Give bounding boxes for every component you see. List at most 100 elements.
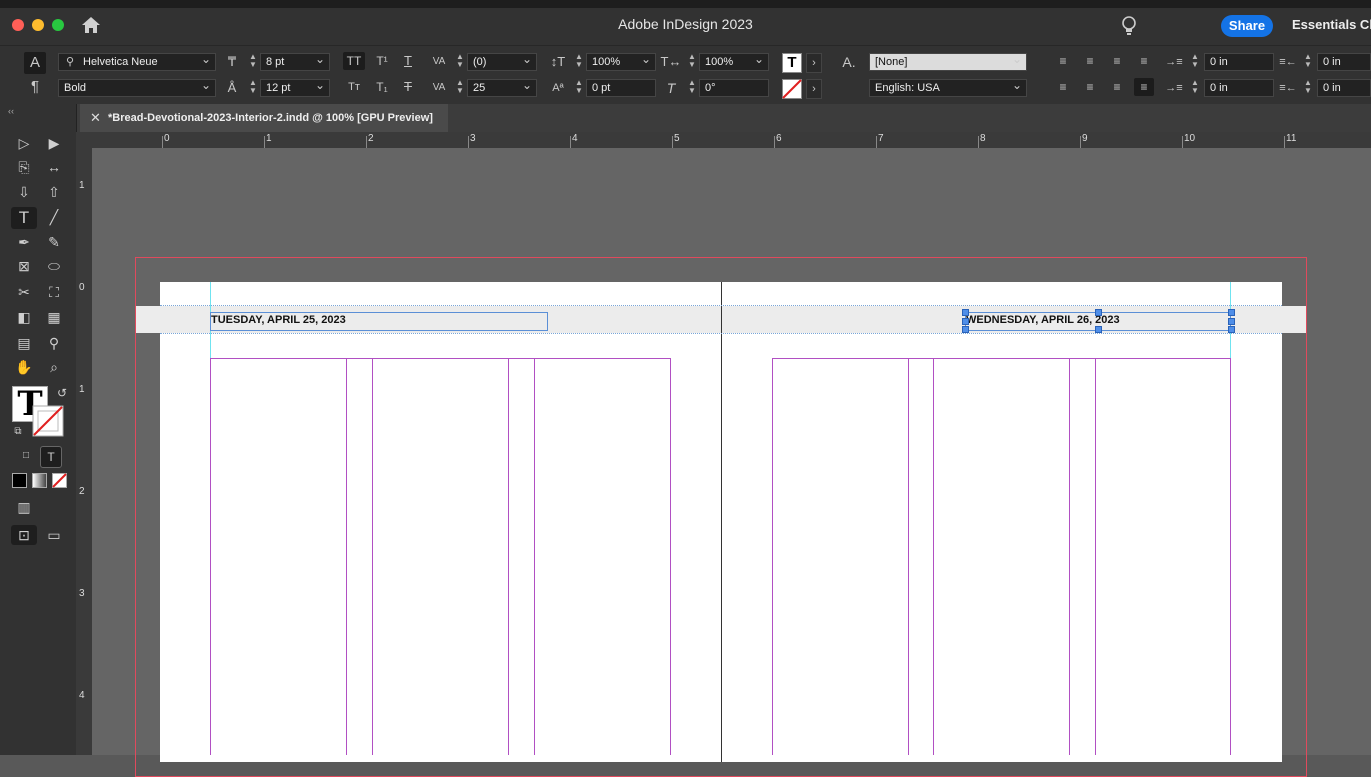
apply-color-icon[interactable] (12, 473, 27, 488)
horizontal-scale-stepper[interactable]: ▲ ▼ (687, 53, 697, 71)
frame-handle[interactable] (1095, 326, 1102, 333)
frame-handle[interactable] (962, 309, 969, 316)
horizontal-ruler[interactable]: 0 1 2 3 4 5 6 7 8 9 10 11 (92, 132, 1371, 149)
ruler-origin[interactable] (76, 132, 93, 149)
text-stroke-swatch[interactable] (782, 79, 802, 99)
gradient-feather-tool-icon[interactable]: ▦ (43, 307, 65, 327)
stroke-swatch-icon[interactable] (32, 405, 64, 437)
character-style-select[interactable]: [None] (869, 53, 1027, 71)
skew-field[interactable]: 0° (699, 79, 769, 97)
last-line-indent-stepper[interactable]: ▲ ▼ (1303, 79, 1313, 97)
strikethrough-button[interactable]: T (397, 78, 419, 96)
paragraph-formatting-mode-button[interactable]: ¶ (24, 78, 46, 96)
normal-view-icon[interactable]: ⊡ (11, 525, 37, 545)
first-line-indent-field[interactable]: 0 in (1204, 79, 1274, 97)
baseline-shift-stepper[interactable]: ▲ ▼ (574, 79, 584, 97)
right-indent-value: 0 in (1323, 56, 1341, 68)
share-button[interactable]: Share (1221, 15, 1273, 37)
justify-center-icon[interactable]: ≡ (1080, 78, 1100, 96)
frame-handle[interactable] (1228, 309, 1235, 316)
fill-more-button[interactable]: › (806, 53, 822, 73)
justify-left-icon[interactable]: ≡ (1053, 78, 1073, 96)
content-placer-tool-icon[interactable]: ⇧ (43, 182, 65, 202)
right-indent-stepper[interactable]: ▲ ▼ (1303, 53, 1313, 71)
close-tab-icon[interactable]: ✕ (90, 110, 101, 126)
frame-handle[interactable] (1095, 309, 1102, 316)
character-formatting-mode-button[interactable]: A (24, 52, 46, 74)
vertical-scale-stepper[interactable]: ▲ ▼ (574, 53, 584, 71)
small-caps-button[interactable]: Tт (343, 78, 365, 96)
align-towards-spine-icon[interactable]: ≡ (1134, 52, 1154, 70)
collapse-panel-icon[interactable]: ‹‹ (8, 106, 14, 116)
left-indent-stepper[interactable]: ▲ ▼ (1190, 53, 1200, 71)
subscript-button[interactable]: T₁ (371, 78, 393, 96)
frame-handle[interactable] (1228, 318, 1235, 325)
frame-handle[interactable] (1228, 326, 1235, 333)
tracking-stepper[interactable]: ▲ ▼ (455, 79, 465, 97)
all-caps-button[interactable]: TT (343, 52, 365, 70)
pencil-tool-icon[interactable]: ✎ (43, 232, 65, 252)
screen-mode-icon[interactable]: ▥ (13, 497, 35, 517)
language-select[interactable]: English: USA (869, 79, 1027, 97)
leading-field[interactable]: 12 pt (260, 79, 330, 97)
line-tool-icon[interactable]: ╱ (43, 207, 65, 227)
hand-tool-icon[interactable]: ✋ (13, 357, 35, 377)
left-indent-field[interactable]: 0 in (1204, 53, 1274, 71)
formatting-affects-text-icon[interactable]: T (40, 446, 62, 468)
kerning-field[interactable]: (0) (467, 53, 537, 71)
horizontal-scale-field[interactable]: 100% (699, 53, 769, 71)
frame-handle[interactable] (962, 326, 969, 333)
type-tool-icon[interactable]: T (11, 207, 37, 229)
skew-stepper[interactable]: ▲ ▼ (687, 79, 697, 97)
left-header-text[interactable]: TUESDAY, APRIL 25, 2023 (211, 314, 346, 326)
scissors-tool-icon[interactable]: ✂ (13, 282, 35, 302)
eyedropper-tool-icon[interactable]: ⚲ (43, 333, 65, 353)
pen-tool-icon[interactable]: ✒ (13, 232, 35, 252)
free-transform-tool-icon[interactable]: ⛶ (43, 282, 65, 302)
leading-stepper[interactable]: ▲ ▼ (248, 79, 258, 97)
last-line-indent-field[interactable]: 0 in (1317, 79, 1371, 97)
preview-mode-icon[interactable]: ▭ (43, 525, 65, 545)
underline-button[interactable]: T (397, 52, 419, 70)
zoom-tool-icon[interactable]: ⌕ (43, 357, 65, 377)
superscript-button[interactable]: T¹ (371, 52, 393, 70)
note-tool-icon[interactable]: ▤ (13, 333, 35, 353)
workspace-switcher[interactable]: Essentials Cl (1292, 17, 1371, 32)
frame-handle[interactable] (962, 318, 969, 325)
font-style-select[interactable]: Bold (58, 79, 216, 97)
page-tool-icon[interactable]: ⎘ (13, 157, 35, 177)
align-left-icon[interactable]: ≡ (1053, 52, 1073, 70)
justify-all-icon[interactable]: ≡ (1134, 78, 1154, 96)
align-center-icon[interactable]: ≡ (1080, 52, 1100, 70)
vertical-scale-field[interactable]: 100% (586, 53, 656, 71)
align-right-icon[interactable]: ≡ (1107, 52, 1127, 70)
kerning-stepper[interactable]: ▲ ▼ (455, 53, 465, 71)
formatting-affects-container-icon[interactable]: □ (16, 446, 36, 466)
apply-none-icon[interactable] (52, 473, 67, 488)
right-indent-field[interactable]: 0 in (1317, 53, 1371, 71)
horizontal-guide[interactable] (160, 305, 1282, 306)
swap-fill-stroke-icon[interactable]: ↺ (55, 383, 69, 403)
ruler-label: 4 (572, 133, 578, 144)
gradient-swatch-tool-icon[interactable]: ◧ (13, 307, 35, 327)
justify-right-icon[interactable]: ≡ (1107, 78, 1127, 96)
font-family-select[interactable]: Helvetica Neue (58, 53, 216, 71)
apply-gradient-icon[interactable] (32, 473, 47, 488)
stroke-more-button[interactable]: › (806, 79, 822, 99)
font-size-stepper[interactable]: ▲ ▼ (248, 53, 258, 71)
first-line-indent-stepper[interactable]: ▲ ▼ (1190, 79, 1200, 97)
tracking-field[interactable]: 25 (467, 79, 537, 97)
gap-tool-icon[interactable]: ↔ (43, 157, 65, 177)
lightbulb-icon[interactable] (1119, 14, 1139, 38)
baseline-shift-field[interactable]: 0 pt (586, 79, 656, 97)
default-fill-stroke-icon[interactable]: ⧉ (10, 422, 26, 442)
text-fill-swatch[interactable]: T (782, 53, 802, 73)
vertical-ruler[interactable]: 1 0 1 2 3 4 (76, 148, 93, 755)
content-collector-tool-icon[interactable]: ⇩ (13, 182, 35, 202)
font-size-field[interactable]: 8 pt (260, 53, 330, 71)
selection-tool-icon[interactable]: ▷ (13, 133, 35, 153)
horizontal-guide[interactable] (160, 333, 1282, 334)
ellipse-tool-icon[interactable]: ⬭ (43, 256, 65, 276)
rectangle-frame-tool-icon[interactable]: ⊠ (13, 256, 35, 276)
direct-selection-tool-icon[interactable]: ▶ (43, 133, 65, 153)
